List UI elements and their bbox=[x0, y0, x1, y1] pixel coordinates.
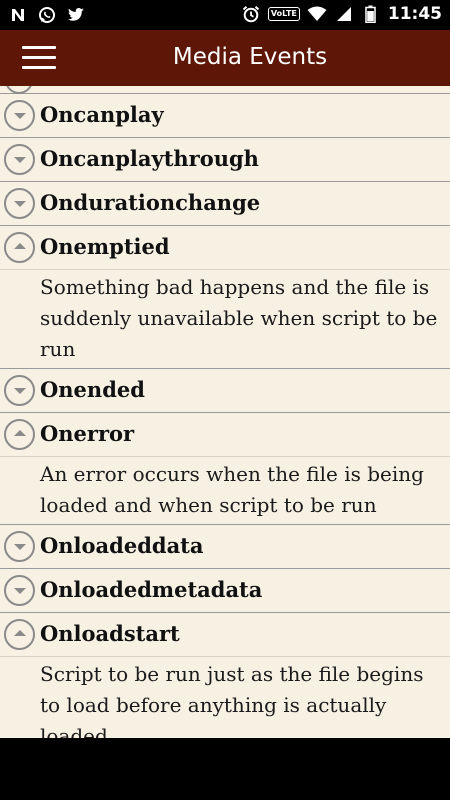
list-item: Oncanplaythrough bbox=[0, 138, 450, 182]
list-item: Onloadstart Script to be run just as the … bbox=[0, 613, 450, 738]
list-item-title: Onemptied bbox=[40, 234, 170, 259]
twitter-icon bbox=[66, 5, 86, 25]
list-item-header[interactable]: Onemptied bbox=[0, 226, 450, 270]
list-item-title: Onerror bbox=[40, 421, 135, 446]
expand-arrow-icon[interactable] bbox=[4, 100, 35, 131]
collapse-arrow-icon[interactable] bbox=[4, 619, 35, 650]
expand-arrow-icon[interactable] bbox=[4, 144, 35, 175]
clock-time: 11:45 bbox=[387, 4, 442, 24]
list-item-header[interactable]: Oncanplaythrough bbox=[0, 138, 450, 181]
list-item-header[interactable]: Oncanplay bbox=[0, 94, 450, 137]
list-item-title: Onloadedmetadata bbox=[40, 577, 263, 602]
n-notification-icon bbox=[8, 5, 28, 25]
expand-arrow-icon[interactable] bbox=[4, 531, 35, 562]
expand-arrow-icon[interactable] bbox=[4, 575, 35, 606]
list-item-description: An error occurs when the file is being l… bbox=[40, 462, 424, 517]
list-item: Oncanplay bbox=[0, 94, 450, 138]
list-item: Onemptied Something bad happens and the f… bbox=[0, 226, 450, 369]
list-item-description: Something bad happens and the file is su… bbox=[40, 275, 438, 361]
status-bar: VoLTE 11:45 bbox=[0, 0, 450, 30]
battery-icon bbox=[361, 4, 381, 24]
list-item-title: Onloadstart bbox=[40, 621, 180, 646]
navigation-bar-area bbox=[0, 738, 450, 800]
list-item: Onerror An error occurs when the file is … bbox=[0, 413, 450, 525]
list-item-header[interactable]: Onloadstart bbox=[0, 613, 450, 657]
expand-arrow-icon[interactable] bbox=[4, 188, 35, 219]
alarm-icon bbox=[241, 4, 261, 24]
page-title: Media Events bbox=[172, 44, 328, 70]
whatsapp-icon bbox=[37, 5, 57, 25]
collapse-arrow-icon[interactable] bbox=[4, 419, 35, 450]
wifi-icon bbox=[307, 4, 327, 24]
list-item-title: Onloadeddata bbox=[40, 533, 204, 558]
list-item-header[interactable]: Onended bbox=[0, 369, 450, 412]
list-item-header[interactable]: Ondurationchange bbox=[0, 182, 450, 225]
expand-toggle-icon bbox=[5, 86, 33, 94]
events-list[interactable]: Oncanplay Oncanplaythrough Ondurationchang… bbox=[0, 86, 450, 738]
list-item-title: Onended bbox=[40, 377, 145, 402]
list-item-title: Ondurationchange bbox=[40, 190, 261, 215]
list-item: Ondurationchange bbox=[0, 182, 450, 226]
list-item-partial bbox=[0, 86, 450, 94]
list-item-header[interactable]: Onloadeddata bbox=[0, 525, 450, 568]
list-item: Onended bbox=[0, 369, 450, 413]
collapse-arrow-icon[interactable] bbox=[4, 232, 35, 263]
signal-icon bbox=[334, 4, 354, 24]
list-item: Onloadedmetadata bbox=[0, 569, 450, 613]
list-item-header[interactable]: Onerror bbox=[0, 413, 450, 457]
app-toolbar: Media Events bbox=[0, 30, 450, 86]
volte-icon: VoLTE bbox=[267, 7, 300, 21]
expand-arrow-icon[interactable] bbox=[4, 375, 35, 406]
list-item-header[interactable]: Onloadedmetadata bbox=[0, 569, 450, 612]
list-item-title: Oncanplay bbox=[40, 102, 164, 127]
list-item-description: Script to be run just as the file begins… bbox=[40, 662, 424, 738]
list-item-title: Oncanplaythrough bbox=[40, 146, 259, 171]
list-item: Onloadeddata bbox=[0, 525, 450, 569]
